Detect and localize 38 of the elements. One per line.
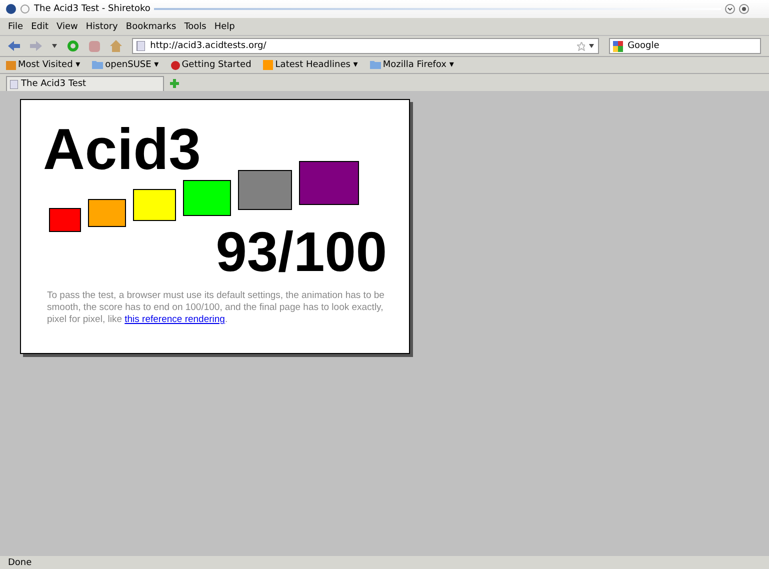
description: To pass the test, a browser must use its default settings, the animation has to be smooth, the score has to end on 100/100, and the final page has to look exactly, pixel for pixel, like this reference rendering.	[47, 290, 386, 326]
page-icon	[10, 80, 18, 88]
address-field[interactable]: http://acid3.acidtests.org/	[148, 40, 578, 52]
menu-item[interactable]: Help	[210, 22, 239, 32]
page-icon	[136, 41, 146, 51]
reference-link[interactable]: this reference rendering	[124, 314, 225, 325]
star-icon[interactable]	[577, 42, 586, 50]
menu-item[interactable]: Bookmarks	[122, 22, 180, 32]
close-icon[interactable]	[739, 4, 749, 14]
new-tab-icon[interactable]	[170, 79, 179, 88]
heading: Acid3	[43, 122, 202, 178]
folder-icon	[92, 61, 104, 69]
score: 93/100	[214, 226, 387, 278]
bookmark-item[interactable]: Mozilla Firefox ▾	[370, 60, 454, 70]
folder-icon	[370, 61, 381, 69]
search-bar[interactable]: Google	[609, 38, 761, 54]
caret-icon[interactable]	[589, 44, 594, 48]
caret-icon[interactable]	[52, 44, 57, 48]
minimize-icon[interactable]	[725, 4, 735, 14]
home-icon[interactable]	[110, 40, 122, 52]
stop-icon[interactable]	[89, 40, 100, 52]
status-text: Done	[8, 558, 32, 568]
bookmark-item[interactable]: Getting Started	[170, 60, 252, 70]
menu-item[interactable]: Edit	[27, 22, 52, 32]
menu-item[interactable]: File	[4, 22, 28, 32]
bookmark-item[interactable]: Latest Headlines ▾	[263, 60, 358, 70]
menu-item[interactable]: History	[82, 22, 122, 32]
search-engine-icon[interactable]	[613, 40, 623, 52]
menu-item[interactable]: Tools	[180, 22, 210, 32]
bookmark-item[interactable]: Most Visited ▾	[6, 60, 80, 70]
menu-item[interactable]: View	[52, 22, 82, 32]
search-field[interactable]: Google	[626, 40, 760, 52]
address-bar[interactable]: http://acid3.acidtests.org/	[132, 38, 599, 54]
forward-icon[interactable]	[30, 41, 42, 51]
tab[interactable]: The Acid3 Test	[6, 76, 164, 91]
bookmark-item[interactable]: openSUSE ▾	[92, 60, 159, 70]
window-title: The Acid3 Test - Shiretoko	[34, 4, 150, 14]
back-icon[interactable]	[8, 41, 20, 51]
